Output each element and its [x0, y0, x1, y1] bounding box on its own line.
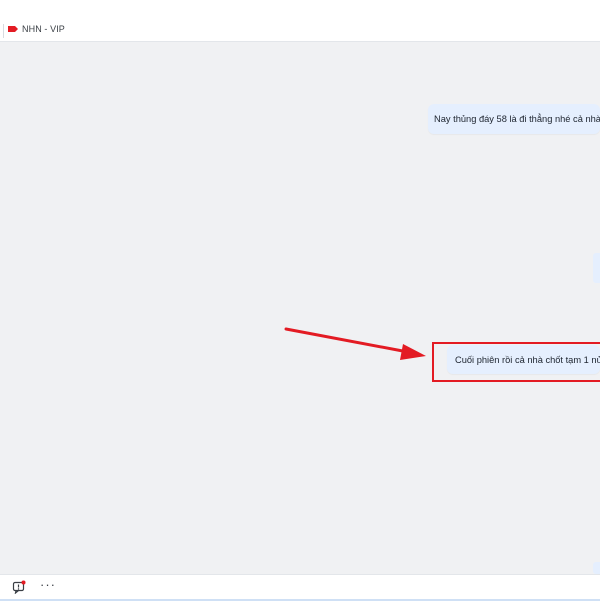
header-divider [3, 24, 4, 38]
reminder-icon[interactable] [12, 580, 26, 594]
message-text: Nay thủng đáy 58 là đi thẳng nhé cả nhà [434, 114, 600, 124]
chat-header: NHN - VIP [0, 0, 600, 42]
tag-icon [8, 26, 18, 32]
chat-title[interactable]: NHN - VIP [22, 24, 65, 34]
chat-footer-toolbar: ··· [0, 574, 600, 601]
message-bubble[interactable]: Nay thủng đáy 58 là đi thẳng nhé cả nhà [428, 104, 600, 134]
more-icon[interactable]: ··· [40, 577, 56, 592]
annotation-highlight-box [432, 342, 600, 382]
message-bubble-partial[interactable] [593, 253, 600, 283]
message-bubble-partial[interactable] [593, 562, 600, 574]
